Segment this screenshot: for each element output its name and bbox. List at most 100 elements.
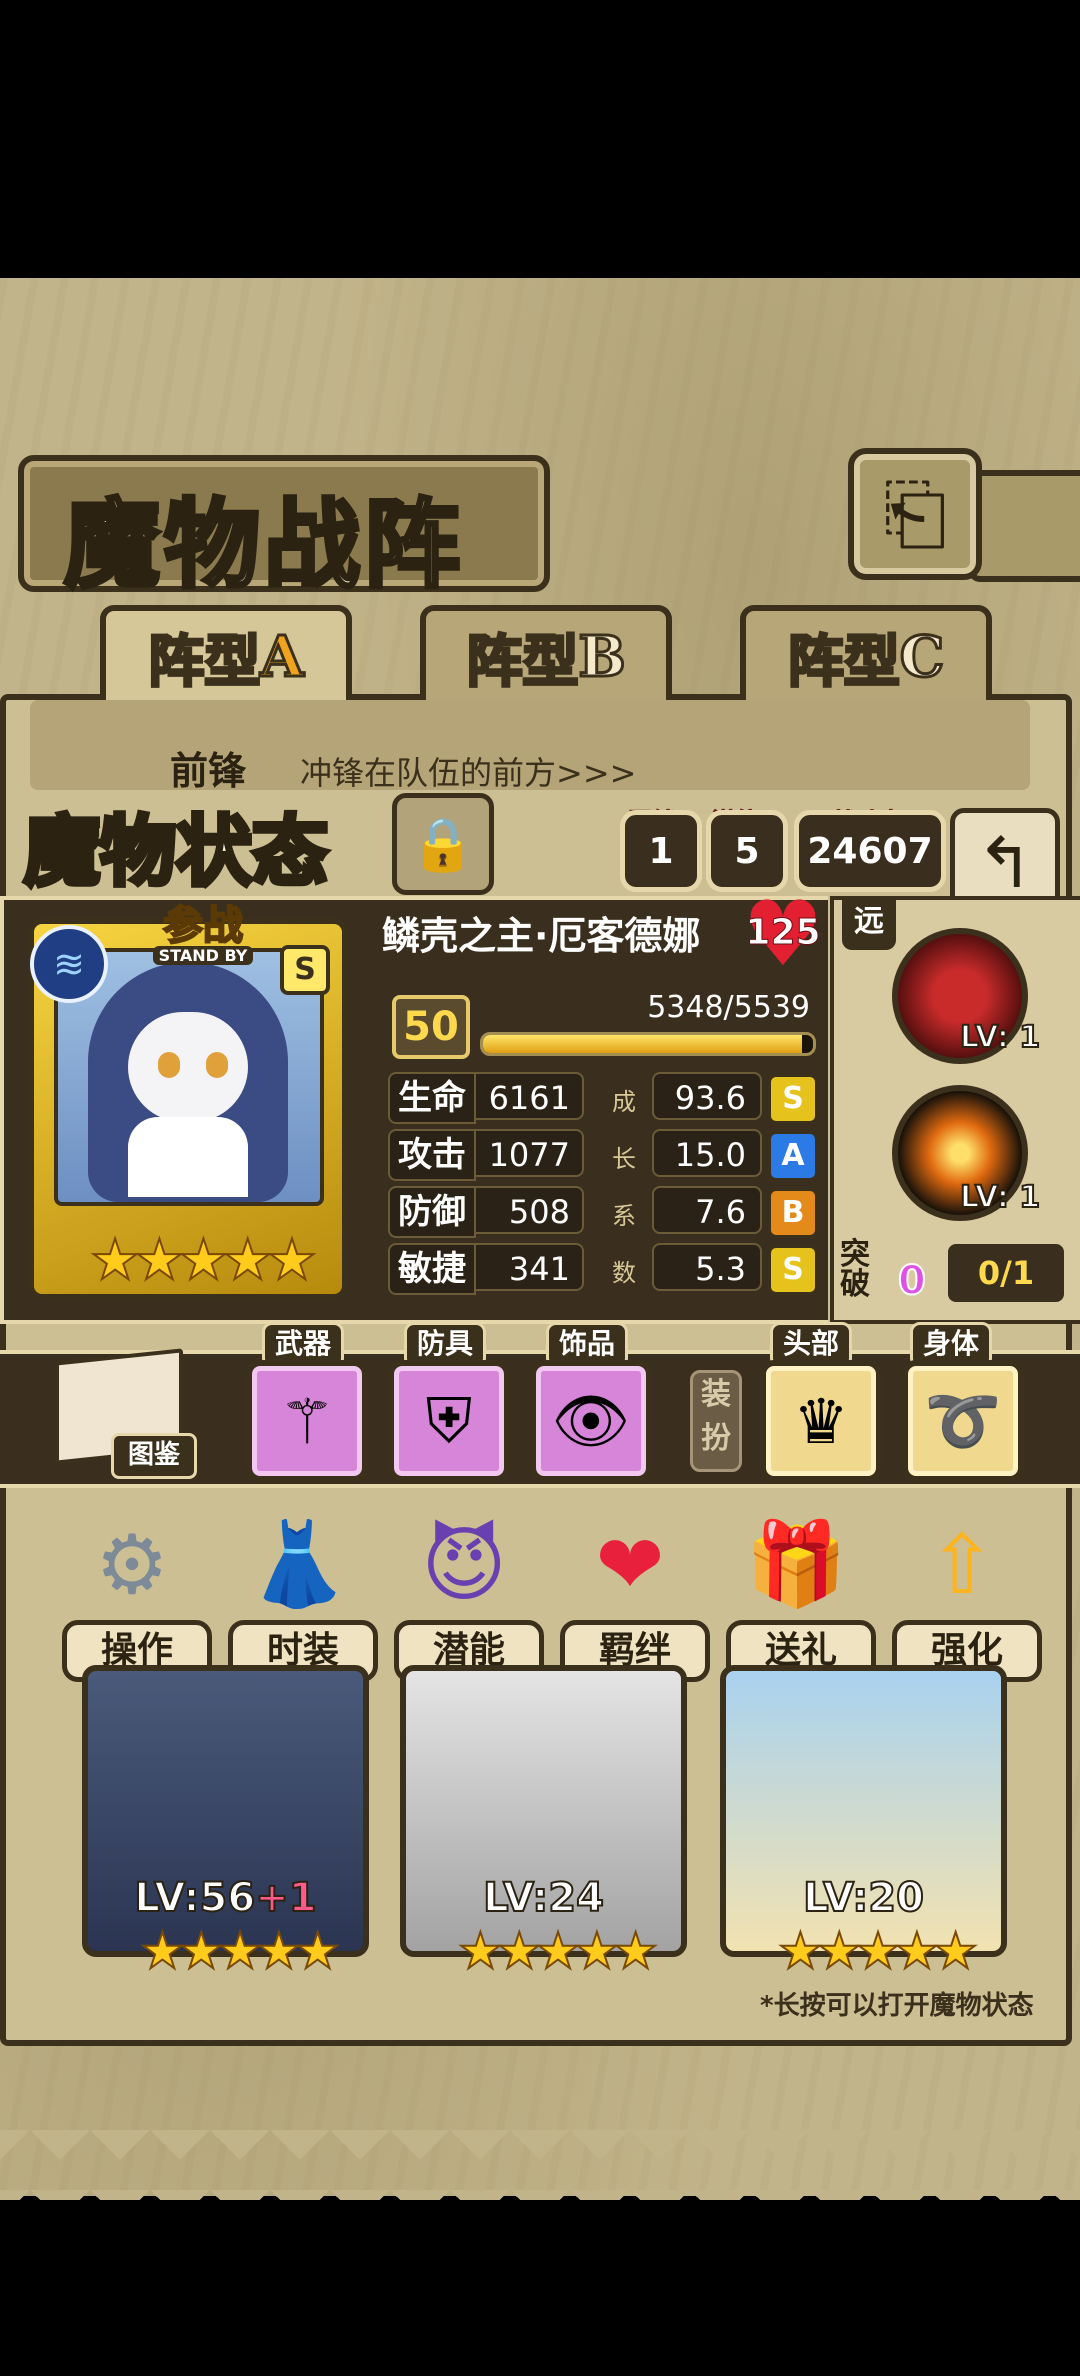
bond-button[interactable]: ❤ 羁绊 xyxy=(560,1510,710,1682)
growth-grade-badge: A xyxy=(768,1131,818,1181)
front-row-label: 前锋 xyxy=(170,748,247,793)
roster-stars: ★★★★★ xyxy=(139,1921,341,1981)
codex-label: 图鉴 xyxy=(111,1433,197,1479)
attribute-value: 6161 xyxy=(474,1072,584,1120)
bond-value-box: 1 xyxy=(620,810,702,892)
tab-label: 阵型 xyxy=(147,627,262,696)
back-button[interactable]: ⎗ xyxy=(848,448,982,580)
break-progress: 0/1 xyxy=(948,1244,1064,1302)
lock-button[interactable]: 🔒 xyxy=(392,793,494,895)
long-press-hint: *长按可以打开魔物状态 xyxy=(760,1991,1034,2021)
front-row-banner: 前锋 冲锋在队伍的前方>>> xyxy=(30,700,1030,793)
growth-label-char: 成 xyxy=(612,1088,636,1116)
break-row: 突破 0 0/1 xyxy=(840,1240,1070,1306)
roster-card[interactable]: LV:20 xyxy=(720,1665,1007,1957)
formation-title-plate: 魔物战阵 xyxy=(18,455,550,603)
roster-level: LV:56+1 xyxy=(133,1874,317,1922)
attribute-name: 攻击 xyxy=(388,1129,476,1181)
attribute-name: 敏捷 xyxy=(388,1243,476,1295)
attribute-value: 508 xyxy=(474,1186,584,1234)
armor-icon: ⛨ xyxy=(425,1384,473,1457)
front-row-hint: 冲锋在队伍的前方>>> xyxy=(300,754,637,792)
affection-value: 125 xyxy=(745,912,821,954)
potential-button[interactable]: 😈 潜能 xyxy=(394,1510,544,1682)
status-title-text: 魔物状态 xyxy=(22,805,331,899)
dress-up-tag: 装扮 xyxy=(690,1370,742,1472)
standby-text: 参战 xyxy=(162,903,244,949)
attribute-name: 防御 xyxy=(388,1186,476,1238)
growth-label-char: 长 xyxy=(612,1145,636,1173)
body-slot[interactable]: ➰ xyxy=(902,1360,1024,1482)
potential-value-box: 5 xyxy=(706,810,788,892)
accessory-slot[interactable]: 👁 xyxy=(530,1360,652,1482)
growth-grade-badge: B xyxy=(768,1188,818,1238)
fashion-button[interactable]: 👗 时装 xyxy=(228,1510,378,1682)
back-icon: ⎗ xyxy=(883,467,947,560)
gift-icon: 🎁 xyxy=(744,1517,848,1612)
skill2-level: LV: 1 xyxy=(959,1179,1041,1216)
ribbon-icon: ➰ xyxy=(924,1384,1002,1457)
break-label: 突破 xyxy=(840,1237,870,1302)
skill1-level: LV: 1 xyxy=(959,1019,1041,1056)
standby-badge: 参战 STAND BY xyxy=(118,903,288,966)
roster-stars: ★★★★★ xyxy=(777,1921,979,1981)
formation-tabs: 阵型 A 阵型 B 阵型 C xyxy=(20,605,1060,703)
tab-letter: B xyxy=(577,623,627,692)
outfit-icon: 👗 xyxy=(246,1517,350,1612)
power-value-box: 24607 xyxy=(794,810,946,892)
page-title: 魔物战阵 xyxy=(62,486,464,603)
roster-card[interactable]: LV:56+1 xyxy=(82,1665,369,1957)
hp-bar-fill xyxy=(483,1035,802,1053)
tab-formation-b[interactable]: 阵型 B xyxy=(420,605,672,703)
back-button-frame xyxy=(968,470,1080,582)
range-tag: 远 xyxy=(842,900,896,950)
staff-icon: ⚚ xyxy=(279,1384,335,1458)
roster-card[interactable]: LV:24 xyxy=(400,1665,687,1957)
demon-icon: 😈 xyxy=(421,1517,507,1613)
attribute-value: 341 xyxy=(474,1243,584,1291)
codex-button[interactable]: 图鉴 xyxy=(45,1345,197,1479)
growth-value: 7.6 xyxy=(652,1186,762,1234)
growth-grade-badge: S xyxy=(768,1074,818,1124)
attribute-name: 生命 xyxy=(388,1072,476,1124)
growth-label-char: 系 xyxy=(612,1202,636,1230)
gift-button[interactable]: 🎁 送礼 xyxy=(726,1510,876,1682)
growth-value: 5.3 xyxy=(652,1243,762,1291)
roster-level: LV:24 xyxy=(482,1874,605,1922)
tab-label: 阵型 xyxy=(786,627,901,696)
roster-level: LV:20 xyxy=(802,1874,925,1922)
rank-badge: S xyxy=(280,945,330,995)
level-badge: 50 xyxy=(392,995,470,1059)
lock-icon: 🔒 xyxy=(410,814,476,875)
character-name: 鳞壳之主·厄客德娜 xyxy=(382,914,701,958)
roster-stars: ★★★★★ xyxy=(457,1921,659,1981)
armor-slot[interactable]: ⛨ xyxy=(388,1360,510,1482)
power-value: 24607 xyxy=(807,830,933,872)
tab-formation-a[interactable]: 阵型 A xyxy=(100,605,352,703)
tab-formation-c[interactable]: 阵型 C xyxy=(740,605,992,703)
upgrade-arrow-icon: ⇧ xyxy=(927,1517,997,1613)
potential-value: 5 xyxy=(734,830,760,872)
head-slot[interactable]: ♛ xyxy=(760,1360,882,1482)
growth-value: 15.0 xyxy=(652,1129,762,1177)
affection-heart-icon[interactable]: ♥ 125 xyxy=(740,890,826,980)
tiara-icon: ♛ xyxy=(793,1384,849,1458)
growth-grade-badge: S xyxy=(768,1245,818,1295)
eye-amulet-icon: 👁 xyxy=(551,1384,631,1457)
tab-letter: C xyxy=(898,623,946,692)
character-stars: ★★★★★ xyxy=(89,1227,318,1294)
bottom-edge xyxy=(0,2130,1080,2200)
hp-bar xyxy=(480,1032,816,1056)
standby-en-text: STAND BY xyxy=(152,946,254,965)
water-element-icon: ≋ xyxy=(30,925,108,1003)
weapon-slot[interactable]: ⚚ xyxy=(246,1360,368,1482)
hearts-icon: ❤ xyxy=(595,1517,665,1613)
tab-letter: A xyxy=(259,623,305,692)
enhance-button[interactable]: ⇧ 强化 xyxy=(892,1510,1042,1682)
status-title: 魔物状态 xyxy=(6,790,366,899)
tab-label: 阵型 xyxy=(465,627,580,696)
return-icon: ↰ xyxy=(975,822,1035,904)
operate-button[interactable]: ⚙ 操作 xyxy=(62,1510,212,1682)
attribute-value: 1077 xyxy=(474,1129,584,1177)
bond-value: 1 xyxy=(648,830,674,872)
